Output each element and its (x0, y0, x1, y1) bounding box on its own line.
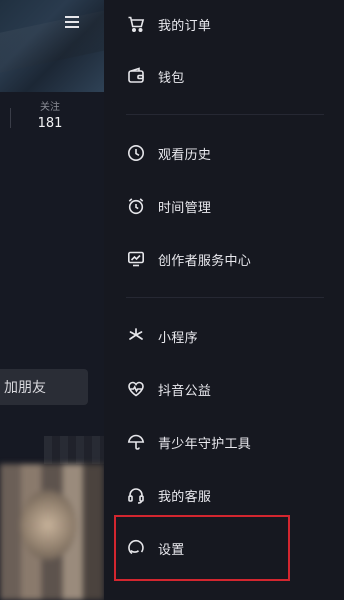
cart-icon (126, 14, 146, 34)
menu-item-label: 我的订单 (158, 18, 212, 34)
blurred-thumbnail-strip (44, 436, 104, 464)
menu-item-label: 观看历史 (158, 147, 212, 163)
menu-item-label: 时间管理 (158, 200, 212, 216)
headset-icon (126, 485, 146, 505)
menu-item-settings[interactable]: 设置 (104, 526, 344, 570)
following-label: 关注 (40, 102, 60, 113)
menu-item-orders[interactable]: 我的订单 (104, 2, 344, 46)
side-drawer-menu: 我的订单 钱包 观看历史 时间管理 创作者服务中心 小程序 抖音公益 青少年守护… (104, 0, 344, 600)
menu-item-label: 创作者服务中心 (158, 253, 252, 269)
menu-item-wallet[interactable]: 钱包 (104, 54, 344, 98)
menu-item-label: 抖音公益 (158, 383, 212, 399)
monitor-chart-icon (126, 249, 146, 269)
alarm-clock-icon (126, 196, 146, 216)
profile-page-behind-drawer: 关注 181 加朋友 (0, 0, 104, 600)
add-friend-button[interactable]: 加朋友 (0, 369, 88, 405)
menu-item-watch-history[interactable]: 观看历史 (104, 131, 344, 175)
menu-item-creator-center[interactable]: 创作者服务中心 (104, 237, 344, 281)
menu-item-label: 钱包 (158, 70, 185, 86)
menu-item-label: 设置 (158, 542, 185, 558)
clock-icon (126, 143, 146, 163)
profile-cover-image (0, 0, 104, 92)
hamburger-menu-icon (65, 16, 79, 28)
menu-item-charity[interactable]: 抖音公益 (104, 367, 344, 411)
menu-item-youth-protection[interactable]: 青少年守护工具 (104, 420, 344, 464)
blurred-video-thumbnail[interactable] (0, 464, 104, 600)
menu-item-mini-programs[interactable]: 小程序 (104, 314, 344, 358)
menu-item-label: 青少年守护工具 (158, 436, 252, 452)
following-count[interactable]: 181 (28, 116, 72, 131)
menu-item-label: 小程序 (158, 330, 198, 346)
menu-button[interactable] (60, 10, 84, 34)
menu-item-customer-service[interactable]: 我的客服 (104, 473, 344, 517)
menu-item-label: 我的客服 (158, 489, 212, 505)
asterisk-icon (126, 326, 146, 346)
heart-pulse-icon (126, 379, 146, 399)
section-divider (126, 297, 324, 298)
menu-item-time-management[interactable]: 时间管理 (104, 184, 344, 228)
stats-divider (10, 108, 11, 128)
umbrella-icon (126, 432, 146, 452)
section-divider (126, 114, 324, 115)
settings-icon (126, 538, 146, 558)
wallet-icon (126, 66, 146, 86)
